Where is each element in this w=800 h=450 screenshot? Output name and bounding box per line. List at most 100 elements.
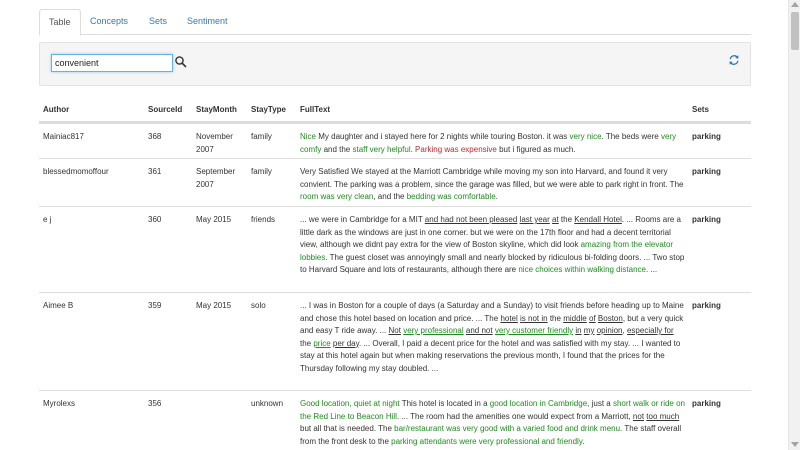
text-fragment: . xyxy=(495,192,498,201)
author-cell: Aimee B xyxy=(43,301,74,310)
full-text-cell: Good location, quiet at night This hotel… xyxy=(300,398,686,448)
page-scrollbar[interactable] xyxy=(788,0,800,450)
highlighted-phrase: very nice xyxy=(569,132,602,141)
scroll-down-arrow-icon[interactable] xyxy=(791,442,799,447)
highlighted-phrase: parking attendants were very professiona… xyxy=(391,436,583,446)
stay-month-cell: November 2007 xyxy=(196,132,233,154)
tab-bar: Table Concepts Sets Sentiment xyxy=(39,9,751,36)
highlighted-phrase: room was very clean xyxy=(300,192,374,201)
text-fragment: ... we were in Cambridge for a MIT xyxy=(300,215,425,224)
stay-type-cell: solo xyxy=(251,301,266,310)
source-id-cell: 361 xyxy=(148,167,162,176)
highlighted-phrase: my xyxy=(583,326,595,335)
tab-sets[interactable]: Sets xyxy=(140,9,176,35)
sets-cell: parking xyxy=(692,301,721,310)
highlighted-phrase: price xyxy=(313,338,331,348)
highlighted-phrase: and not xyxy=(465,326,493,335)
author-cell: e j xyxy=(43,215,52,224)
column-header-author[interactable]: Author xyxy=(43,100,69,122)
text-fragment: but all that is needed. The xyxy=(300,424,395,433)
table-row[interactable]: e j 360 May 2015 friends ... we were in … xyxy=(39,206,751,292)
refresh-icon[interactable] xyxy=(727,53,741,67)
full-text-cell: Very Satisfied We stayed at the Marriott… xyxy=(300,166,686,204)
source-id-cell: 368 xyxy=(148,132,162,141)
text-fragment: . The beds were xyxy=(601,132,661,141)
highlighted-phrase: especially for xyxy=(626,326,674,335)
column-header-full-text[interactable]: FullText xyxy=(300,100,330,122)
column-header-stay-type[interactable]: StayType xyxy=(251,100,286,122)
text-fragment: the xyxy=(547,313,564,323)
full-text-cell: ... we were in Cambridge for a MIT and h… xyxy=(300,214,686,277)
text-fragment: , just a xyxy=(587,399,613,408)
highlighted-phrase: Parking was expensive xyxy=(415,144,497,154)
table-row[interactable]: Mainiac817 368 November 2007 family Nice… xyxy=(39,123,751,158)
source-id-cell: 360 xyxy=(148,215,162,224)
full-text-cell: Nice My daughter and i stayed here for 2… xyxy=(300,131,686,156)
highlighted-phrase: Kendall Hotel xyxy=(574,215,622,224)
column-header-stay-month[interactable]: StayMonth xyxy=(196,100,237,122)
stay-type-cell: friends xyxy=(251,215,276,224)
table-row[interactable]: Aimee B 359 May 2015 solo ... I was in B… xyxy=(39,292,751,390)
table-row[interactable]: Myrolexs 356 unknown Good location, quie… xyxy=(39,390,751,450)
search-icon[interactable] xyxy=(174,55,188,69)
highlighted-phrase: staff very helpful xyxy=(352,144,411,154)
source-id-cell: 359 xyxy=(148,301,162,310)
highlighted-phrase: per day xyxy=(332,338,360,348)
highlighted-phrase: and had not been pleased xyxy=(424,215,518,224)
highlighted-phrase: Boston xyxy=(597,313,623,323)
sets-cell: parking xyxy=(692,215,721,224)
highlighted-phrase: bar/restaurant was very good with a vari… xyxy=(394,424,621,433)
highlighted-phrase: hotel xyxy=(500,313,518,323)
highlighted-phrase: is not in xyxy=(520,313,548,323)
stay-type-cell: family xyxy=(251,132,272,141)
text-fragment: . ... The room had the amenities one wou… xyxy=(396,411,633,421)
text-fragment: . xyxy=(582,436,585,446)
highlighted-phrase: very customer friendly xyxy=(494,326,574,335)
author-cell: Myrolexs xyxy=(43,399,76,408)
search-panel xyxy=(39,42,751,86)
column-header-source-id[interactable]: SourceId xyxy=(148,100,182,122)
sets-cell: parking xyxy=(692,132,721,141)
highlighted-phrase: good location in Cambridge xyxy=(489,399,588,408)
tab-sentiment[interactable]: Sentiment xyxy=(178,9,237,35)
text-fragment: the xyxy=(300,338,314,348)
text-fragment: Very Satisfied We stayed at the Marriott… xyxy=(300,167,684,189)
highlighted-phrase: last year xyxy=(519,215,550,224)
highlighted-phrase: nice choices within walking distance xyxy=(518,265,646,274)
stay-month-cell: September 2007 xyxy=(196,167,236,189)
search-input[interactable] xyxy=(51,54,173,72)
highlighted-phrase: Good location, quiet at night xyxy=(300,399,400,408)
stay-month-cell: May 2015 xyxy=(196,215,232,224)
highlighted-phrase: at xyxy=(552,215,559,224)
author-cell: blessedmomoffour xyxy=(43,167,109,176)
table-row[interactable]: blessedmomoffour 361 September 2007 fami… xyxy=(39,158,751,206)
scrollbar-thumb[interactable] xyxy=(791,12,799,50)
text-fragment: This hotel is located in a xyxy=(399,399,490,408)
text-fragment: and the xyxy=(321,144,353,154)
sets-cell: parking xyxy=(692,399,721,408)
highlighted-phrase: bedding was comfortable xyxy=(406,192,496,201)
column-header-sets[interactable]: Sets xyxy=(692,100,709,122)
highlighted-phrase: of xyxy=(589,313,596,323)
stay-month-cell: May 2015 xyxy=(196,301,232,310)
full-text-cell: ... I was in Boston for a couple of days… xyxy=(300,300,686,375)
author-cell: Mainiac817 xyxy=(43,132,84,141)
sets-cell: parking xyxy=(692,167,721,176)
highlighted-phrase: in xyxy=(575,326,582,335)
highlighted-phrase: not xyxy=(632,411,645,421)
highlighted-phrase: opinion xyxy=(596,326,623,335)
text-fragment: , and the xyxy=(373,192,407,201)
text-fragment: but i figured as much. xyxy=(496,144,576,154)
tab-table[interactable]: Table xyxy=(39,9,81,36)
highlighted-phrase: very professional xyxy=(403,326,464,335)
highlighted-phrase: middle xyxy=(563,313,587,323)
stay-type-cell: unknown xyxy=(251,399,284,408)
tab-concepts[interactable]: Concepts xyxy=(81,9,137,35)
highlighted-phrase: too much xyxy=(646,411,680,421)
text-fragment: the xyxy=(558,215,575,224)
text-fragment: My daughter and i stayed here for 2 nigh… xyxy=(316,132,570,141)
highlighted-phrase: Not xyxy=(388,326,401,335)
highlighted-phrase: Nice xyxy=(300,132,317,141)
source-id-cell: 356 xyxy=(148,399,162,408)
scroll-up-arrow-icon[interactable] xyxy=(791,2,799,7)
